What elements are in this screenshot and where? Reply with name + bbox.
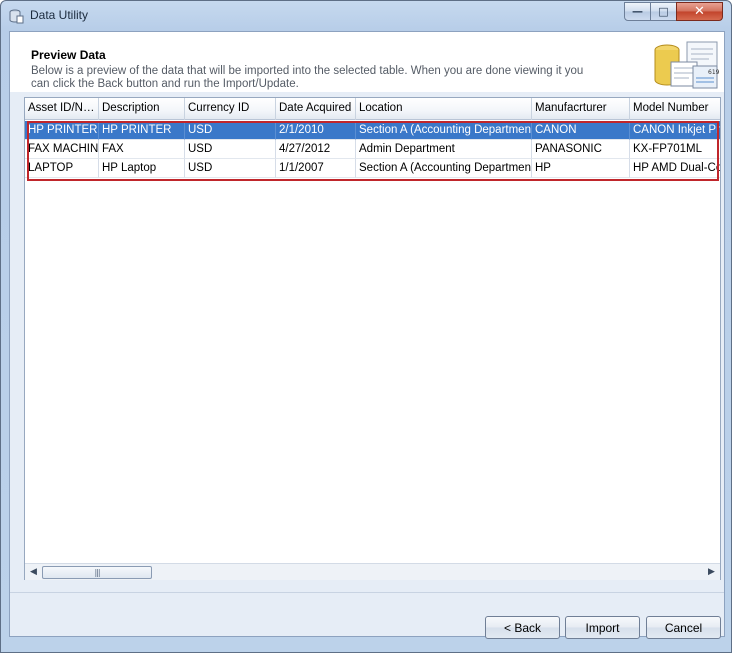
window-title: Data Utility <box>30 8 89 22</box>
table-cell: Section A (Accounting Department) <box>356 121 532 140</box>
table-cell: FAX <box>99 140 185 159</box>
minimize-icon: — <box>632 5 643 18</box>
table-cell: LAPTOP <box>25 159 99 178</box>
grip-icon: ||| <box>94 568 100 577</box>
import-button[interactable]: Import <box>565 616 640 639</box>
maximize-icon: □ <box>658 5 669 18</box>
table-cell: PANASONIC <box>532 140 630 159</box>
table-cell: 4/27/2012 <box>276 140 356 159</box>
grid-viewport: Asset ID/Na... Description Currency ID D… <box>25 98 720 563</box>
horizontal-scrollbar[interactable]: ◀ ||| ▶ <box>25 563 720 580</box>
table-cell: USD <box>185 159 276 178</box>
scroll-right-button[interactable]: ▶ <box>703 564 720 580</box>
table-cell: CANON <box>532 121 630 140</box>
wizard-client-area: Preview Data Below is a preview of the d… <box>9 31 725 639</box>
table-cell: USD <box>185 121 276 140</box>
scrollbar-thumb[interactable]: ||| <box>42 566 152 579</box>
preview-data-grid[interactable]: Asset ID/Na... Description Currency ID D… <box>24 97 721 580</box>
column-header-description[interactable]: Description <box>99 98 185 120</box>
table-cell: 2/1/2010 <box>276 121 356 140</box>
title-bar[interactable]: Data Utility — □ ✕ <box>1 1 731 31</box>
table-cell: KX-FP701ML <box>630 140 720 159</box>
table-cell: HP AMD Dual-Core <box>630 159 720 178</box>
table-row[interactable]: FAX MACHINE FAX USD 4/27/2012 Admin Depa… <box>25 140 720 159</box>
grid-header-row: Asset ID/Na... Description Currency ID D… <box>25 98 720 120</box>
minimize-button[interactable]: — <box>624 2 651 21</box>
table-cell: CANON Inkjet Printer <box>630 121 720 140</box>
cancel-button[interactable]: Cancel <box>646 616 721 639</box>
table-cell: HP <box>532 159 630 178</box>
column-header-currency-id[interactable]: Currency ID <box>185 98 276 120</box>
page-title: Preview Data <box>31 48 106 62</box>
page-description: Below is a preview of the data that will… <box>31 65 584 90</box>
column-header-location[interactable]: Location <box>356 98 532 120</box>
scroll-left-button[interactable]: ◀ <box>25 564 42 580</box>
table-cell: USD <box>185 140 276 159</box>
close-icon: ✕ <box>694 4 705 19</box>
column-header-asset-id[interactable]: Asset ID/Na... <box>25 98 99 120</box>
close-button[interactable]: ✕ <box>676 2 723 21</box>
column-header-manufacturer[interactable]: Manufacrturer <box>532 98 630 120</box>
table-cell: HP PRINTER <box>25 121 99 140</box>
table-cell: Admin Department <box>356 140 532 159</box>
back-button[interactable]: < Back <box>485 616 560 639</box>
graphic-number: 619 <box>708 69 719 76</box>
footer-separator <box>10 592 724 593</box>
table-cell: FAX MACHINE <box>25 140 99 159</box>
table-cell: HP PRINTER <box>99 121 185 140</box>
data-utility-window: Data Utility — □ ✕ Preview Data Below is… <box>0 0 732 653</box>
arrow-left-icon: ◀ <box>30 567 37 577</box>
database-document-icon: 619 <box>654 41 719 89</box>
table-row[interactable]: LAPTOP HP Laptop USD 1/1/2007 Section A … <box>25 159 720 178</box>
maximize-button[interactable]: □ <box>650 2 677 21</box>
table-cell: Section A (Accounting Department) <box>356 159 532 178</box>
column-header-model-number[interactable]: Model Number <box>630 98 720 120</box>
column-header-date-acquired[interactable]: Date Acquired <box>276 98 356 120</box>
table-cell: HP Laptop <box>99 159 185 178</box>
table-row[interactable]: HP PRINTER HP PRINTER USD 2/1/2010 Secti… <box>25 121 720 140</box>
arrow-right-icon: ▶ <box>708 567 715 577</box>
wizard-header: Preview Data Below is a preview of the d… <box>10 32 724 92</box>
database-app-icon <box>9 9 24 24</box>
table-cell: 1/1/2007 <box>276 159 356 178</box>
